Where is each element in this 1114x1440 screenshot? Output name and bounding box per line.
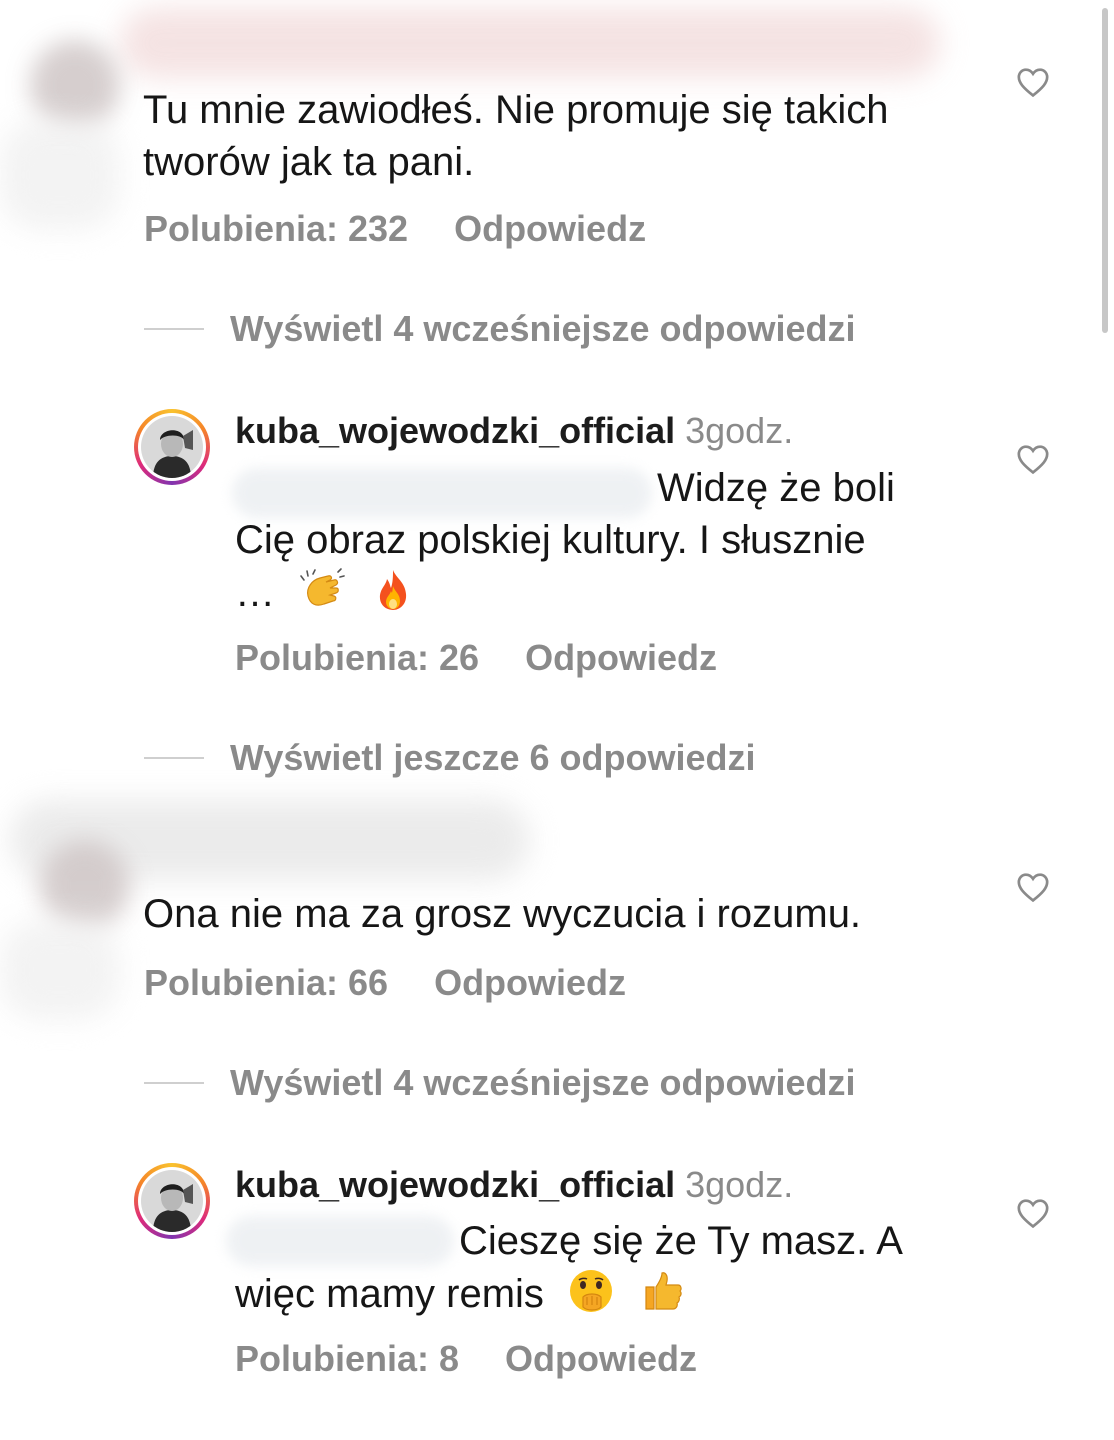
profile-photo-icon [141, 416, 203, 478]
view-replies-label: Wyświetl 4 wcześniejsze odpowiedzi [230, 308, 856, 349]
view-more-replies-button[interactable]: Wyświetl jeszcze 6 odpowiedzi [144, 737, 755, 779]
redacted-side-3 [0, 920, 120, 1020]
like-heart-icon[interactable] [1016, 66, 1050, 98]
profile-photo-icon [141, 1170, 203, 1232]
timestamp: 3godz. [685, 1164, 794, 1205]
view-replies-label: Wyświetl 4 wcześniejsze odpowiedzi [230, 1062, 856, 1103]
reply-button[interactable]: Odpowiedz [525, 637, 717, 679]
comment-3-text: Ona nie ma za grosz wyczucia i rozumu. [143, 892, 862, 936]
scrollbar[interactable] [1102, 8, 1108, 333]
clapping-hands-icon [300, 568, 345, 606]
likes-count[interactable]: Polubienia: 8 [235, 1338, 459, 1380]
likes-count[interactable]: Polubienia: 66 [144, 962, 388, 1004]
likes-count[interactable]: Polubienia: 232 [144, 208, 408, 250]
divider-line [144, 328, 204, 330]
ellipsis: … [235, 571, 275, 615]
comment-4-text-line2-label: więc mamy remis [235, 1272, 544, 1316]
reply-button[interactable]: Odpowiedz [434, 962, 626, 1004]
divider-line [144, 1082, 204, 1084]
avatar[interactable] [134, 1163, 210, 1239]
thumbs-up-icon [645, 1272, 682, 1310]
comment-4-meta: Polubienia: 8 Odpowiedz [235, 1338, 697, 1380]
comment-4-header: kuba_wojewodzki_official 3godz. [235, 1164, 793, 1206]
redacted-mention [232, 468, 652, 518]
comment-1-text: Tu mnie zawiodłeś. Nie promuje się takic… [143, 88, 889, 184]
redacted-avatar-1 [30, 40, 120, 130]
username[interactable]: kuba_wojewodzki_official [235, 1164, 675, 1205]
view-replies-label: Wyświetl jeszcze 6 odpowiedzi [230, 737, 756, 778]
comment-2-meta: Polubienia: 26 Odpowiedz [235, 637, 717, 679]
view-replies-button[interactable]: Wyświetl 4 wcześniejsze odpowiedzi [144, 308, 856, 350]
like-heart-icon[interactable] [1016, 443, 1050, 475]
view-replies-button[interactable]: Wyświetl 4 wcześniejsze odpowiedzi [144, 1062, 856, 1104]
comment-1-meta: Polubienia: 232 Odpowiedz [144, 208, 646, 250]
comment-4-text-line2: więc mamy remis [235, 1267, 686, 1320]
reply-button[interactable]: Odpowiedz [505, 1338, 697, 1380]
comment-2-text-line3: … [235, 566, 417, 619]
reply-button[interactable]: Odpowiedz [454, 208, 646, 250]
redacted-username-1 [120, 8, 940, 78]
redacted-mention [226, 1216, 454, 1266]
fire-icon [380, 570, 407, 610]
comment-2-text-line1: Widzę że boli [657, 466, 895, 510]
divider-line [144, 757, 204, 759]
likes-count[interactable]: Polubienia: 26 [235, 637, 479, 679]
avatar[interactable] [134, 409, 210, 485]
comment-2-header: kuba_wojewodzki_official 3godz. [235, 410, 793, 452]
comment-2-text-line2: Cię obraz polskiej kultury. I słusznie [235, 518, 866, 562]
face-with-hand-over-mouth-icon [570, 1270, 613, 1312]
redacted-avatar-3 [40, 840, 130, 930]
redacted-side-1 [0, 120, 120, 230]
like-heart-icon[interactable] [1016, 871, 1050, 903]
timestamp: 3godz. [685, 410, 794, 451]
username[interactable]: kuba_wojewodzki_official [235, 410, 675, 451]
comment-3-meta: Polubienia: 66 Odpowiedz [144, 962, 626, 1004]
like-heart-icon[interactable] [1016, 1197, 1050, 1229]
comment-4-text-line1: Cieszę się że Ty masz. A [459, 1219, 903, 1263]
